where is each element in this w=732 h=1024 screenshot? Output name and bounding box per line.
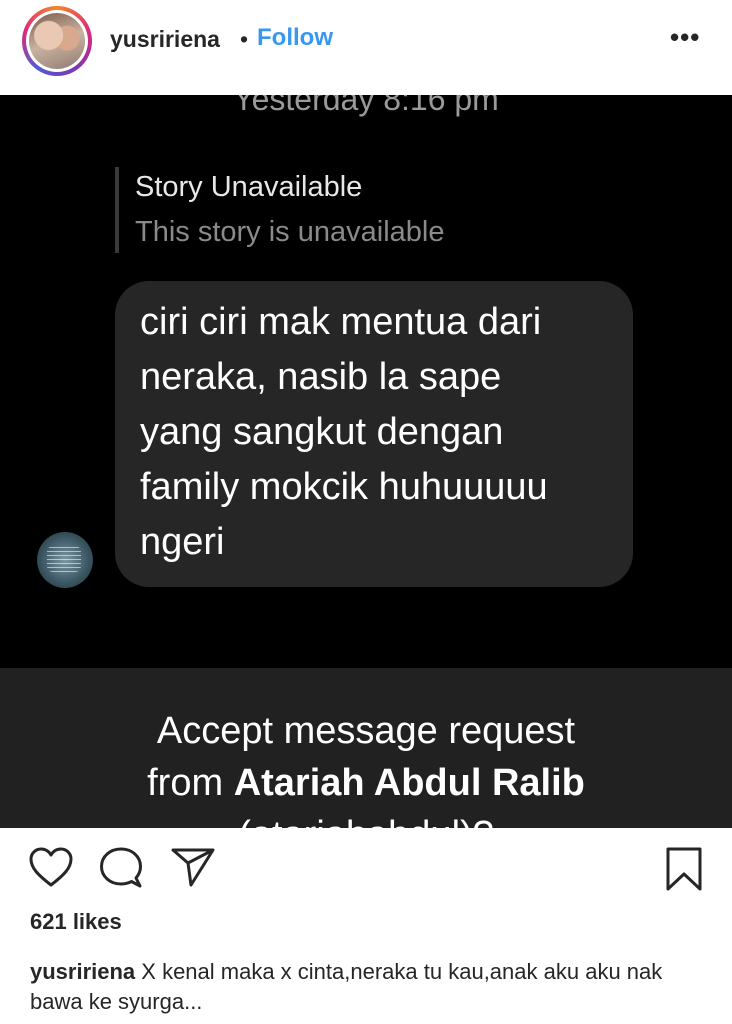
post-header: yusririena • Follow ••• <box>0 0 732 95</box>
message-line: family mokcik huhuuuuu <box>140 466 548 508</box>
share-icon[interactable] <box>170 846 216 888</box>
story-subtitle: This story is unavailable <box>135 216 445 248</box>
request-line-1: Accept message request <box>156 710 576 752</box>
message-line: neraka, nasib la sape <box>140 356 502 398</box>
message-request-banner: Accept message request from Atariah Abdu… <box>0 668 732 828</box>
heart-icon[interactable] <box>28 846 74 888</box>
message-line: yang sangkut dengan <box>140 411 504 453</box>
story-reply-bar <box>115 167 119 253</box>
bookmark-icon[interactable] <box>664 846 704 892</box>
story-title: Story Unavailable <box>135 171 363 203</box>
avatar-frame <box>26 10 88 72</box>
more-options-icon[interactable]: ••• <box>670 22 700 53</box>
message-line: ciri ciri mak mentua dari <box>140 301 542 343</box>
separator-dot: • <box>240 26 249 52</box>
request-name: Atariah Abdul Ralib <box>233 762 585 804</box>
request-line-3: (atariahabdul)? <box>0 814 732 828</box>
request-prefix: from <box>147 762 234 804</box>
likes-count[interactable]: 621 likes <box>30 909 122 935</box>
message-line: ngeri <box>140 521 225 563</box>
post-username[interactable]: yusririena <box>110 26 220 53</box>
follow-button[interactable]: Follow <box>257 24 333 52</box>
post-actions <box>0 828 732 898</box>
post-image[interactable]: Yesterday 8:16 pm Story Unavailable This… <box>0 95 732 828</box>
message-bubble: ciri ciri mak mentua dari neraka, nasib … <box>115 281 633 587</box>
profile-avatar[interactable] <box>22 6 92 76</box>
avatar-photo <box>29 13 85 69</box>
message-timestamp: Yesterday 8:16 pm <box>233 95 499 117</box>
sender-avatar <box>37 532 93 588</box>
comment-icon[interactable] <box>98 846 144 890</box>
post-caption: yusririena X kenal maka x cinta,neraka t… <box>30 957 720 1017</box>
request-line-2: from Atariah Abdul Ralib <box>0 762 732 805</box>
caption-username[interactable]: yusririena <box>30 959 135 984</box>
